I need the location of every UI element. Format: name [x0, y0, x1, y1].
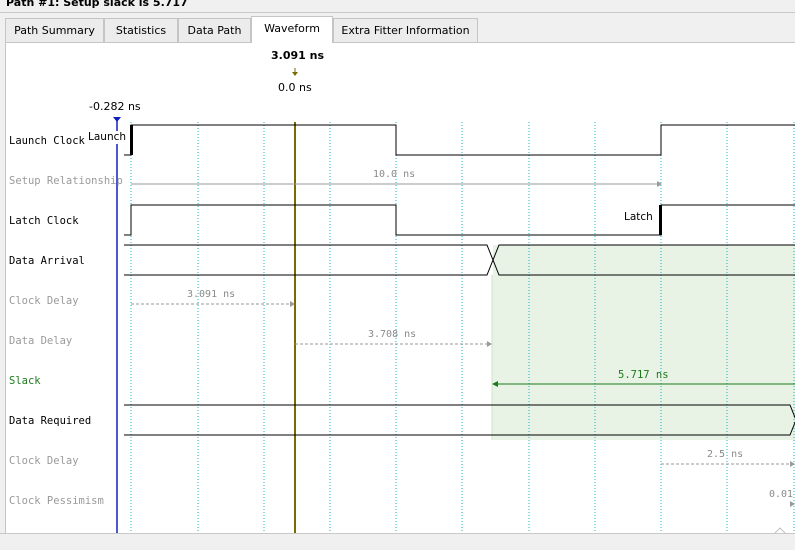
tab-bar: Path Summary Statistics Data Path Wavefo…	[0, 16, 795, 43]
setup-relationship-arrowhead	[657, 181, 662, 187]
tab-statistics[interactable]: Statistics	[104, 18, 178, 42]
latch-edge-label: Latch	[624, 211, 653, 223]
slack-region-arrival	[493, 245, 795, 275]
row-label-setup-relationship: Setup Relationship	[9, 175, 123, 187]
latch-edge-marker	[659, 205, 662, 235]
row-label-launch-clock: Launch Clock	[9, 135, 85, 147]
clock-delay-value: 3.091 ns	[187, 289, 236, 300]
window-title-bar: Path #1: Setup slack is 5.717	[0, 0, 795, 13]
latch-clock-waveform	[124, 204, 795, 236]
launch-clock-waveform	[124, 124, 795, 156]
tab-extra-fitter-information[interactable]: Extra Fitter Information	[333, 18, 478, 42]
origin-time-label: -0.282 ns	[89, 100, 141, 113]
data-delay-value: 3.708 ns	[368, 329, 417, 340]
tab-waveform[interactable]: Waveform	[251, 16, 333, 43]
row-label-data-required: Data Required	[9, 415, 92, 427]
slack-region-required	[492, 275, 795, 440]
setup-relationship-value: 10.0 ns	[373, 169, 416, 180]
cursor-delta-label: 0.0 ns	[278, 81, 312, 94]
row-label-data-arrival: Data Arrival	[9, 255, 85, 267]
row-label-data-delay: Data Delay	[9, 335, 73, 347]
cursor-marker-arrow	[292, 72, 298, 76]
data-delay-arrowhead	[487, 341, 492, 347]
tab-data-path[interactable]: Data Path	[178, 18, 251, 42]
launch-edge-label: Launch	[88, 131, 127, 144]
waveform-panel: Launch Clock Setup Relationship Latch Cl…	[5, 42, 795, 534]
slack-value: 5.717 ns	[618, 369, 669, 381]
row-label-clock-delay: Clock Delay	[9, 295, 79, 307]
clock-pessimism-value: 0.01	[769, 489, 794, 500]
row-label-latch-clock: Latch Clock	[9, 215, 79, 227]
launch-edge-marker	[130, 125, 133, 155]
row-label-slack: Slack	[9, 375, 41, 387]
cursor-time-label: 3.091 ns	[271, 49, 325, 62]
row-label-clock-pessimism: Clock Pessimism	[9, 495, 104, 507]
window-title: Path #1: Setup slack is 5.717	[6, 0, 188, 9]
row-label-clock-delay-2: Clock Delay	[9, 455, 79, 467]
bottom-status-strip	[0, 533, 795, 550]
origin-marker-triangle	[113, 117, 121, 122]
waveform-canvas	[113, 68, 795, 534]
clock-delay-2-value: 2.5 ns	[707, 449, 744, 460]
tab-path-summary[interactable]: Path Summary	[5, 18, 104, 42]
